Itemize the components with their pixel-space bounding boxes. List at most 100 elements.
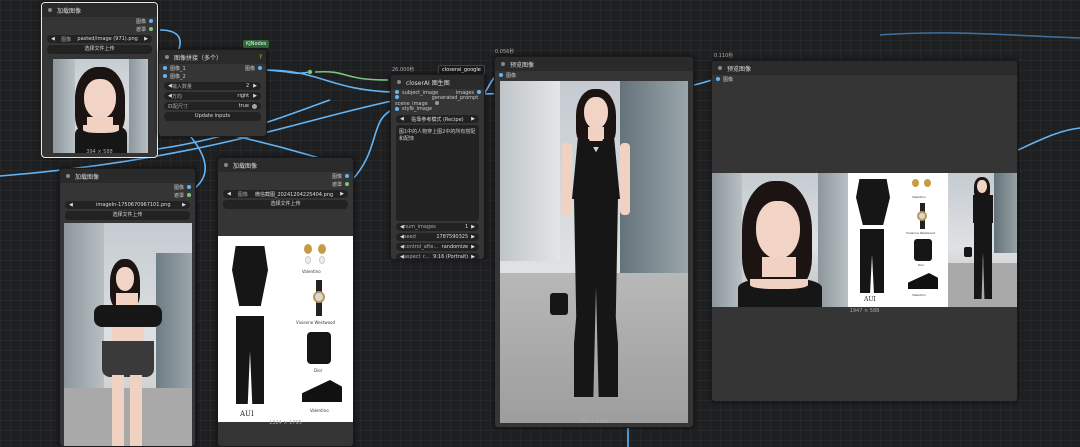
output-port-image[interactable] <box>187 185 191 189</box>
combo-left-arrow-icon[interactable]: ◀ <box>51 36 55 42</box>
brand-label-valentino-2: Valentino <box>912 293 926 297</box>
input-port-subject-image[interactable] <box>395 90 399 94</box>
input-label-style-image: style_image <box>402 106 433 112</box>
output-port-mask[interactable] <box>187 193 191 197</box>
input-label-image: 图像 <box>506 72 517 79</box>
combo-value: 微信截图_20241204225404.png <box>254 191 334 198</box>
upload-button[interactable]: 选择文件上传 <box>65 211 190 220</box>
image-size-label: 768 × 1408 <box>579 419 609 425</box>
output-label-image: 图像 <box>244 65 255 72</box>
node-header[interactable]: 加载图像 <box>42 3 157 17</box>
execution-time-label: 26.000秒 <box>392 67 415 73</box>
output-port-image[interactable] <box>345 174 349 178</box>
combo-right-arrow-icon[interactable]: ▶ <box>340 191 344 197</box>
mode-combo[interactable]: ◀ 贴靠参考模式 (Recipe) ▶ <box>396 115 479 123</box>
image-file-combo[interactable]: ◀ 图像 pasted/image (971).png ▶ <box>47 35 152 43</box>
load-image-node-3[interactable]: 加载图像 图像 遮罩 ◀ 图像 微信截图_20241204225404.png … <box>217 157 354 447</box>
input-label-image-2: 图像_2 <box>170 73 186 80</box>
output-port-generated-prompt[interactable] <box>434 101 439 105</box>
node-header[interactable]: 图像拼接（多个） ? <box>159 50 266 64</box>
brand-label-valentino-1: Valentino <box>912 195 926 199</box>
input-label-image-1: 图像_1 <box>170 65 186 72</box>
output-image-label: 图像 <box>173 184 184 191</box>
combo-left-arrow-icon[interactable]: ◀ <box>69 202 73 208</box>
prompt-textarea[interactable]: 图1中的人物穿上图2中的所有搭配和配饰 <box>396 125 479 221</box>
link-right-exit <box>1017 127 1080 151</box>
output-port-mask[interactable] <box>345 182 349 186</box>
node-header[interactable]: closerAI 图生图 <box>391 75 484 89</box>
output-port-image[interactable] <box>258 65 262 70</box>
collapse-dot-icon[interactable] <box>165 55 169 59</box>
combo-left-arrow-icon[interactable]: ◀ <box>227 191 231 197</box>
preview-image-node-1[interactable]: 预览图像 图像 768 × 1408 <box>494 56 694 428</box>
output-image-label: 图像 <box>331 173 342 180</box>
widget-input-count[interactable]: ◀ 输入数量 2 ▶ <box>164 82 261 90</box>
execution-time-label: 0.056秒 <box>495 49 515 55</box>
combo-value: imageIn-1750670967101.png <box>96 202 171 208</box>
closerai-image-to-image-node[interactable]: closerAI 图生图 subject_image images scene_… <box>390 74 485 260</box>
input-label-image: 图像 <box>723 76 734 83</box>
image-file-combo[interactable]: ◀ 图像 微信截图_20241204225404.png ▶ <box>223 190 348 198</box>
preview-image-node-2[interactable]: 预览图像 图像 AUI Valentino Vivienne Westwood … <box>711 60 1018 402</box>
node-header[interactable]: 预览图像 <box>495 57 693 71</box>
image-size-label: 394 × 588 <box>86 149 113 155</box>
collapse-dot-icon[interactable] <box>718 66 722 70</box>
link-image3-to-style <box>351 109 393 181</box>
update-inputs-button[interactable]: Update inputs <box>164 112 261 121</box>
help-icon[interactable]: ? <box>259 54 262 61</box>
input-port-style-image[interactable] <box>395 107 399 111</box>
collapse-dot-icon[interactable] <box>66 174 70 178</box>
combo-right-arrow-icon[interactable]: ▶ <box>182 202 186 208</box>
widget-control-after-generate[interactable]: ◀ control_afte... randomize ▶ <box>396 243 479 251</box>
input-port-image[interactable] <box>499 73 503 77</box>
combo-label: 图像 <box>61 36 72 43</box>
load-image-node-1[interactable]: 加载图像 图像 遮罩 ◀ 图像 pasted/image (971).png ▶… <box>41 2 158 158</box>
node-header[interactable]: 加载图像 <box>60 169 195 183</box>
combo-value: pasted/image (971).png <box>77 36 138 42</box>
output-port-images[interactable] <box>477 90 481 94</box>
widget-aspect-ratio[interactable]: ◀ aspect_r... 9:16 (Portrait) ▶ <box>396 253 479 259</box>
widget-direction[interactable]: ◀ 方向 right ▶ <box>164 92 261 100</box>
node-title: 预览图像 <box>510 61 535 69</box>
image-stitch-node[interactable]: 图像拼接（多个） ? 图像_1 图像 图像_2 ◀ 输入数量 2 ▶ ◀ 方向 rig… <box>158 49 267 137</box>
brand-label-dior: Dior <box>918 263 925 267</box>
collapse-dot-icon[interactable] <box>224 163 228 167</box>
output-port-mask[interactable] <box>149 27 153 31</box>
widget-seed[interactable]: ◀ seed 1787590325 ▶ <box>396 233 479 241</box>
input-port-image[interactable] <box>716 77 720 81</box>
image-file-combo[interactable]: ◀ imageIn-1750670967101.png ▶ <box>65 201 190 209</box>
collapse-dot-icon[interactable] <box>501 62 505 66</box>
output-label-generated-prompt: generated_prompt <box>431 95 479 101</box>
collapse-dot-icon[interactable] <box>48 8 52 12</box>
link-stitch-to-subject <box>264 69 393 93</box>
widget-num-images[interactable]: ◀ num_images 1 ▶ <box>396 223 479 231</box>
upload-button[interactable]: 选择文件上传 <box>47 45 152 54</box>
brand-label-vivienne-westwood: Vivienne Westwood <box>906 231 936 235</box>
output-port-image[interactable] <box>149 19 153 23</box>
input-port-image-1[interactable] <box>163 65 167 70</box>
input-port-scene-image[interactable] <box>395 95 399 99</box>
output-mask-label: 遮罩 <box>173 192 184 199</box>
node-header[interactable]: 预览图像 <box>712 61 1017 75</box>
combo-label: 图像 <box>237 191 248 198</box>
brand-label-valentino-1: Valentino <box>302 269 321 274</box>
image-size-label: 1947 × 588 <box>849 308 880 314</box>
widget-match-size-toggle[interactable]: 匹配尺寸 true <box>164 102 261 110</box>
generated-image-preview <box>500 81 688 423</box>
load-image-node-2[interactable]: 加载图像 图像 遮罩 ◀ imageIn-1750670967101.png ▶… <box>59 168 196 447</box>
brand-label-aui: AUI <box>864 296 876 303</box>
output-image-label: 图像 <box>135 18 146 25</box>
collapse-dot-icon[interactable] <box>397 80 401 84</box>
kjnodes-badge: KJNodes <box>243 40 270 48</box>
upload-button[interactable]: 选择文件上传 <box>223 200 348 209</box>
input-port-image-2[interactable] <box>163 74 167 78</box>
output-mask-label: 遮罩 <box>331 181 342 188</box>
image-size-label: 1324 × 1795 <box>269 420 302 426</box>
brand-label-vivienne-westwood: Vivienne Westwood <box>296 320 336 325</box>
link-top-right <box>879 32 1080 39</box>
combo-right-arrow-icon[interactable]: ▶ <box>144 36 148 42</box>
node-header[interactable]: 加载图像 <box>218 158 353 172</box>
toggle-knob-icon[interactable] <box>252 103 257 109</box>
output-mask-label: 遮罩 <box>135 26 146 33</box>
stitched-image-preview: AUI Valentino Vivienne Westwood Dior Val… <box>712 173 1017 307</box>
